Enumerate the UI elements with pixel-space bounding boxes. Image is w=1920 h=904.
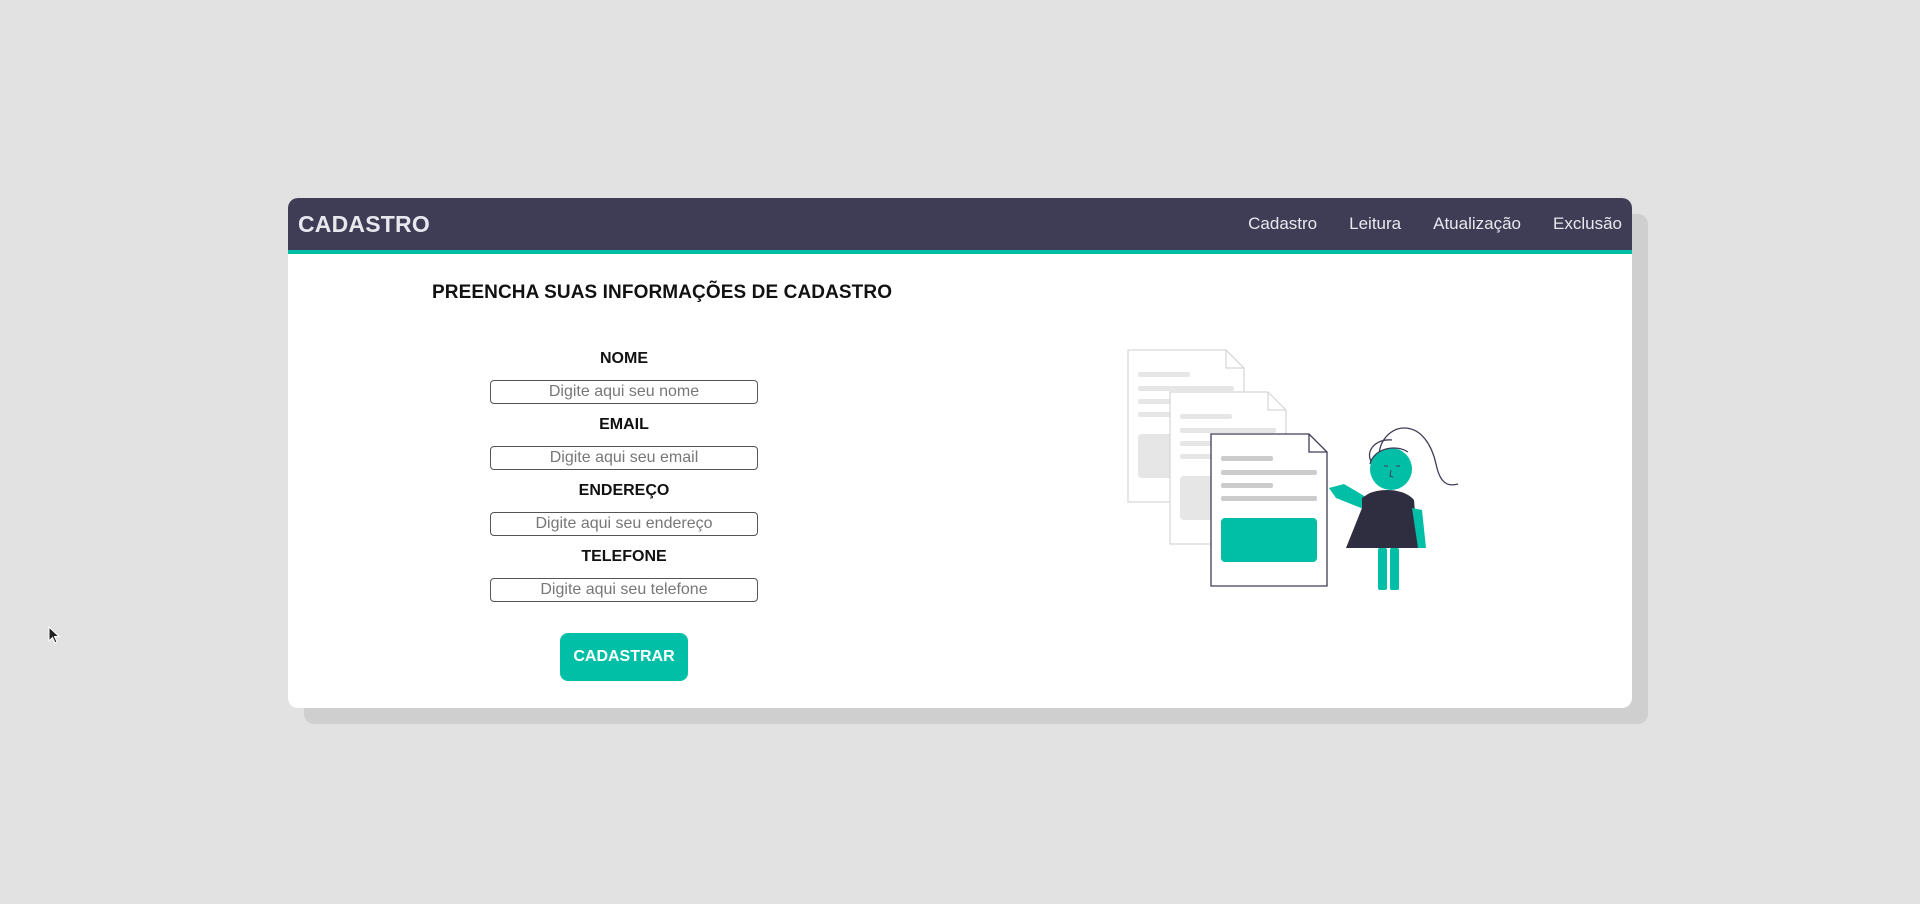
form-title: PREENCHA SUAS INFORMAÇÕES DE CADASTRO <box>432 282 893 303</box>
document-form-illustration <box>1127 349 1459 590</box>
nav-link-cadastro[interactable]: Cadastro <box>1248 214 1317 234</box>
email-label: EMAIL <box>599 416 649 433</box>
email-input[interactable] <box>490 446 758 470</box>
address-label: ENDEREÇO <box>578 482 670 499</box>
nav-links: Cadastro Leitura Atualização Exclusão <box>1248 198 1622 250</box>
nav-link-leitura[interactable]: Leitura <box>1349 214 1401 234</box>
brand-title: CADASTRO <box>298 211 430 237</box>
navbar: CADASTRO Cadastro Leitura Atualização Ex… <box>288 198 1632 254</box>
submit-button[interactable]: CADASTRAR <box>560 633 688 681</box>
front-document <box>1210 433 1328 587</box>
phone-label: TELEFONE <box>581 548 667 565</box>
nav-link-atualizacao[interactable]: Atualização <box>1433 214 1521 234</box>
main-card: CADASTRO Cadastro Leitura Atualização Ex… <box>288 198 1632 708</box>
person-figure <box>1329 427 1459 590</box>
name-input[interactable] <box>490 380 758 404</box>
nav-link-exclusao[interactable]: Exclusão <box>1553 214 1622 234</box>
register-form: NOME EMAIL ENDEREÇO TELEFONE <box>490 348 758 612</box>
phone-input[interactable] <box>490 578 758 602</box>
address-input[interactable] <box>490 512 758 536</box>
name-label: NOME <box>600 350 648 367</box>
mouse-cursor-icon <box>48 626 60 644</box>
